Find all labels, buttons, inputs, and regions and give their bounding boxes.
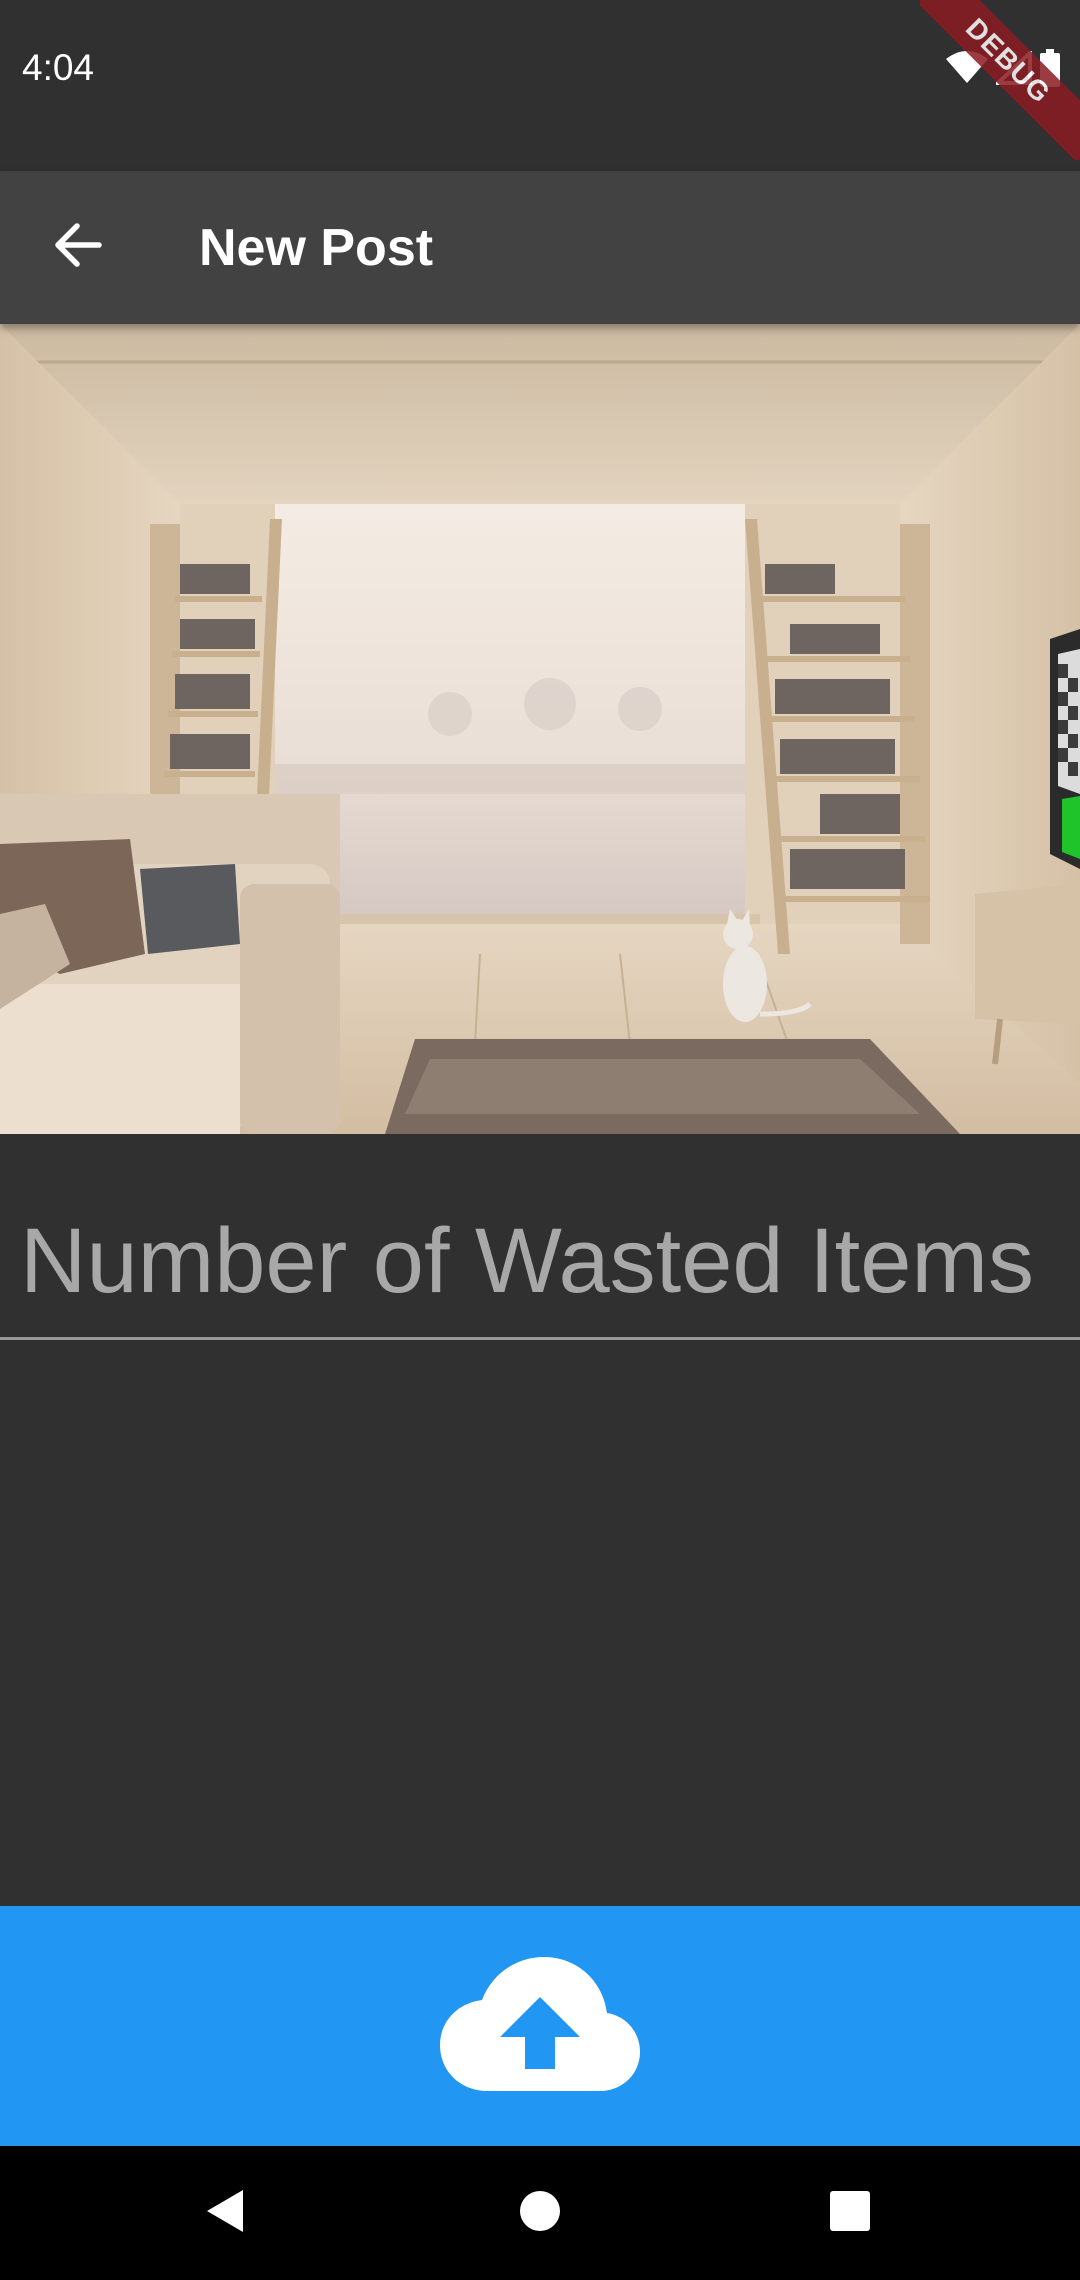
status-bar: 4:04 [0, 0, 1080, 171]
nav-home-button[interactable] [460, 2146, 620, 2280]
wasted-items-input[interactable] [0, 1134, 1080, 1338]
nav-recents-icon [829, 2190, 871, 2237]
upload-button[interactable] [0, 1906, 1080, 2146]
page-title: New Post [199, 219, 434, 277]
battery-icon [1040, 49, 1060, 87]
signal-icon [996, 51, 1032, 85]
back-button[interactable] [38, 207, 118, 287]
app-bar: New Post [0, 171, 1080, 324]
status-icons [946, 48, 1060, 88]
nav-recents-button[interactable] [770, 2146, 930, 2280]
arrow-back-icon [53, 222, 103, 272]
post-image [0, 324, 1080, 1134]
status-time: 4:04 [22, 47, 95, 88]
wifi-icon [946, 51, 988, 85]
wasted-items-field [0, 1134, 1080, 1340]
cloud-upload-icon [440, 1956, 640, 2096]
nav-back-button[interactable] [145, 2146, 305, 2280]
nav-home-icon [519, 2190, 561, 2237]
nav-back-icon [203, 2188, 247, 2239]
input-underline [0, 1337, 1080, 1340]
system-nav-bar [0, 2146, 1080, 2280]
screen: 4:04 DEBUG New Post [0, 0, 1080, 2280]
